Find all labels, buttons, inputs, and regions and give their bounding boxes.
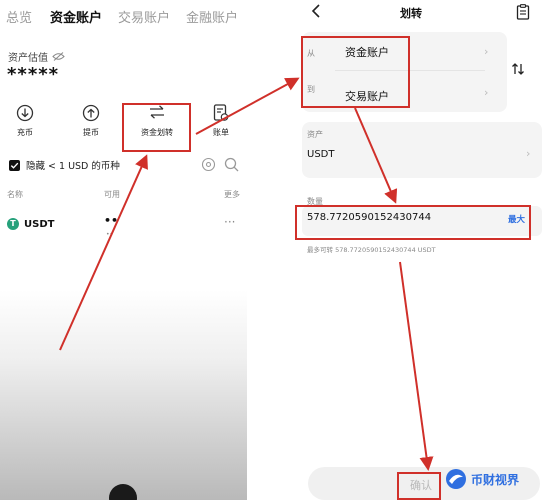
watermark: 币财视界 <box>445 468 519 490</box>
arrow-to-amount <box>354 107 398 204</box>
watermark-logo-icon <box>445 468 467 490</box>
watermark-text: 币财视界 <box>471 472 520 487</box>
arrow-to-confirm <box>399 261 434 471</box>
arrow-to-fund-transfer <box>59 154 148 351</box>
annotation-arrows <box>59 77 434 471</box>
arrow-to-from-to <box>195 77 300 135</box>
